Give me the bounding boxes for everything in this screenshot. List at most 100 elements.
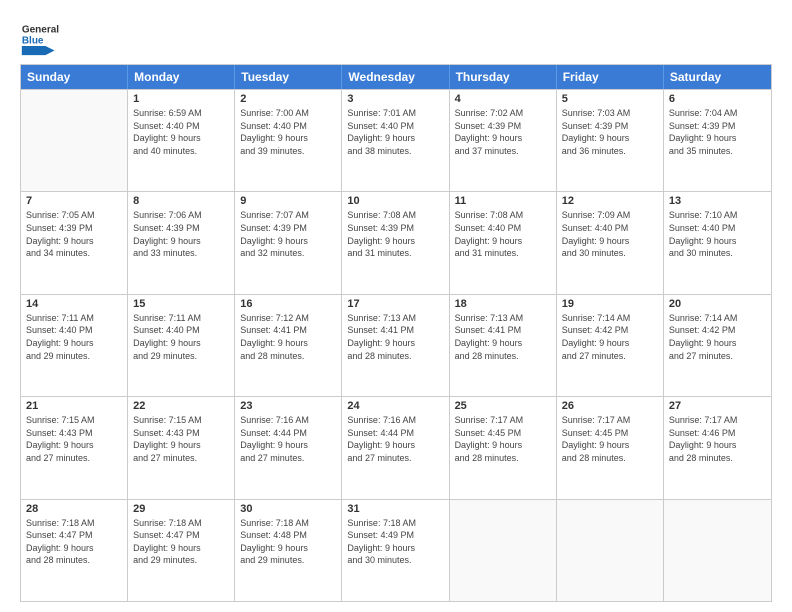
day-number: 19 [562, 298, 658, 310]
cell-info-line: and 30 minutes. [562, 247, 658, 260]
cell-info-line: Sunrise: 7:07 AM [240, 209, 336, 222]
cell-info-line: Daylight: 9 hours [133, 337, 229, 350]
day-cell-30: 30Sunrise: 7:18 AMSunset: 4:48 PMDayligh… [235, 500, 342, 601]
cell-info-line: Daylight: 9 hours [455, 439, 551, 452]
cell-info-line: and 33 minutes. [133, 247, 229, 260]
cell-info-line: Sunrise: 7:18 AM [347, 517, 443, 530]
cell-info-line: Daylight: 9 hours [669, 132, 766, 145]
day-number: 20 [669, 298, 766, 310]
day-number: 1 [133, 93, 229, 105]
day-number: 2 [240, 93, 336, 105]
day-cell-29: 29 Sunrise: 7:18 AMSunset: 4:47 PMDayligh… [128, 500, 235, 601]
day-cell-31: 31Sunrise: 7:18 AMSunset: 4:49 PMDayligh… [342, 500, 449, 601]
day-number: 25 [455, 400, 551, 412]
svg-text:General: General [22, 24, 59, 35]
cell-info-line: and 32 minutes. [240, 247, 336, 260]
cell-info-line: Daylight: 9 hours [26, 235, 122, 248]
day-number: 28 [26, 503, 122, 515]
cell-info-line: Daylight: 9 hours [669, 439, 766, 452]
cell-info-line: Sunset: 4:40 PM [133, 324, 229, 337]
cell-info-line: Sunrise: 7:18 AM [240, 517, 336, 530]
cell-info-line: and 38 minutes. [347, 145, 443, 158]
cell-info-line: Sunset: 4:41 PM [347, 324, 443, 337]
day-cell-12: 12Sunrise: 7:09 AMSunset: 4:40 PMDayligh… [557, 192, 664, 293]
cell-info-line: and 30 minutes. [347, 554, 443, 567]
day-number: 17 [347, 298, 443, 310]
cell-info-line: Sunset: 4:40 PM [347, 120, 443, 133]
cell-info-line: Sunrise: 7:17 AM [669, 414, 766, 427]
cell-info-line: and 28 minutes. [455, 452, 551, 465]
day-cell-6: 6Sunrise: 7:04 AMSunset: 4:39 PMDaylight… [664, 90, 771, 191]
cell-info-line: Sunrise: 7:00 AM [240, 107, 336, 120]
day-cell-13: 13Sunrise: 7:10 AMSunset: 4:40 PMDayligh… [664, 192, 771, 293]
cell-info-line: Sunrise: 7:17 AM [455, 414, 551, 427]
day-cell-10: 10Sunrise: 7:08 AMSunset: 4:39 PMDayligh… [342, 192, 449, 293]
cell-info-line: and 28 minutes. [347, 350, 443, 363]
header-day-friday: Friday [557, 65, 664, 89]
cell-info-line: Daylight: 9 hours [240, 235, 336, 248]
day-number: 30 [240, 503, 336, 515]
day-number: 15 [133, 298, 229, 310]
header-day-wednesday: Wednesday [342, 65, 449, 89]
cell-info-line: Sunset: 4:39 PM [562, 120, 658, 133]
cell-info-line: Sunset: 4:44 PM [347, 427, 443, 440]
calendar-body: 1Sunrise: 6:59 AMSunset: 4:40 PMDaylight… [21, 89, 771, 601]
day-number: 13 [669, 195, 766, 207]
cell-info-line: Sunset: 4:45 PM [455, 427, 551, 440]
day-number: 21 [26, 400, 122, 412]
day-cell-4: 4Sunrise: 7:02 AMSunset: 4:39 PMDaylight… [450, 90, 557, 191]
cell-info-line: Sunrise: 7:17 AM [562, 414, 658, 427]
cell-info-line: and 28 minutes. [669, 452, 766, 465]
cell-info-line: Sunset: 4:49 PM [347, 529, 443, 542]
header-day-thursday: Thursday [450, 65, 557, 89]
day-cell-5: 5Sunrise: 7:03 AMSunset: 4:39 PMDaylight… [557, 90, 664, 191]
cell-info-line: Sunrise: 7:18 AM [133, 517, 229, 530]
cell-info-line: Daylight: 9 hours [347, 337, 443, 350]
cell-info-line: Sunset: 4:43 PM [26, 427, 122, 440]
cell-info-line: and 28 minutes. [562, 452, 658, 465]
cell-info-line: and 27 minutes. [240, 452, 336, 465]
cell-info-line: Daylight: 9 hours [562, 439, 658, 452]
cell-info-line: Daylight: 9 hours [455, 132, 551, 145]
cell-info-line: and 28 minutes. [240, 350, 336, 363]
cell-info-line: Sunset: 4:40 PM [133, 120, 229, 133]
day-number: 29 [133, 503, 229, 515]
cell-info-line: Sunrise: 7:13 AM [347, 312, 443, 325]
cell-info-line: Sunset: 4:47 PM [133, 529, 229, 542]
header: General Blue [20, 16, 772, 56]
cell-info-line: Daylight: 9 hours [669, 235, 766, 248]
cell-info-line: Daylight: 9 hours [26, 542, 122, 555]
cell-info-line: and 29 minutes. [26, 350, 122, 363]
day-cell-8: 8Sunrise: 7:06 AMSunset: 4:39 PMDaylight… [128, 192, 235, 293]
day-number: 11 [455, 195, 551, 207]
cell-info-line: Sunrise: 7:14 AM [562, 312, 658, 325]
day-cell-14: 14Sunrise: 7:11 AMSunset: 4:40 PMDayligh… [21, 295, 128, 396]
day-cell-27: 27Sunrise: 7:17 AMSunset: 4:46 PMDayligh… [664, 397, 771, 498]
header-day-monday: Monday [128, 65, 235, 89]
cell-info-line: Sunrise: 7:03 AM [562, 107, 658, 120]
cell-info-line: Daylight: 9 hours [133, 542, 229, 555]
day-number: 16 [240, 298, 336, 310]
cell-info-line: Sunset: 4:39 PM [669, 120, 766, 133]
day-cell-28: 28Sunrise: 7:18 AMSunset: 4:47 PMDayligh… [21, 500, 128, 601]
day-cell-24: 24Sunrise: 7:16 AMSunset: 4:44 PMDayligh… [342, 397, 449, 498]
cell-info-line: Sunrise: 7:13 AM [455, 312, 551, 325]
cell-info-line: Daylight: 9 hours [240, 132, 336, 145]
cell-info-line: and 29 minutes. [133, 350, 229, 363]
day-number: 24 [347, 400, 443, 412]
day-cell-22: 22Sunrise: 7:15 AMSunset: 4:43 PMDayligh… [128, 397, 235, 498]
cell-info-line: Sunset: 4:40 PM [562, 222, 658, 235]
cell-info-line: Daylight: 9 hours [240, 439, 336, 452]
cell-info-line: and 31 minutes. [455, 247, 551, 260]
cell-info-line: Sunrise: 7:04 AM [669, 107, 766, 120]
cell-info-line: and 40 minutes. [133, 145, 229, 158]
cell-info-line: Sunset: 4:48 PM [240, 529, 336, 542]
day-number: 4 [455, 93, 551, 105]
cell-info-line: and 30 minutes. [669, 247, 766, 260]
cell-info-line: Sunset: 4:39 PM [347, 222, 443, 235]
cell-info-line: and 29 minutes. [240, 554, 336, 567]
empty-cell [21, 90, 128, 191]
day-number: 9 [240, 195, 336, 207]
day-cell-11: 11Sunrise: 7:08 AMSunset: 4:40 PMDayligh… [450, 192, 557, 293]
cell-info-line: Sunrise: 7:11 AM [133, 312, 229, 325]
